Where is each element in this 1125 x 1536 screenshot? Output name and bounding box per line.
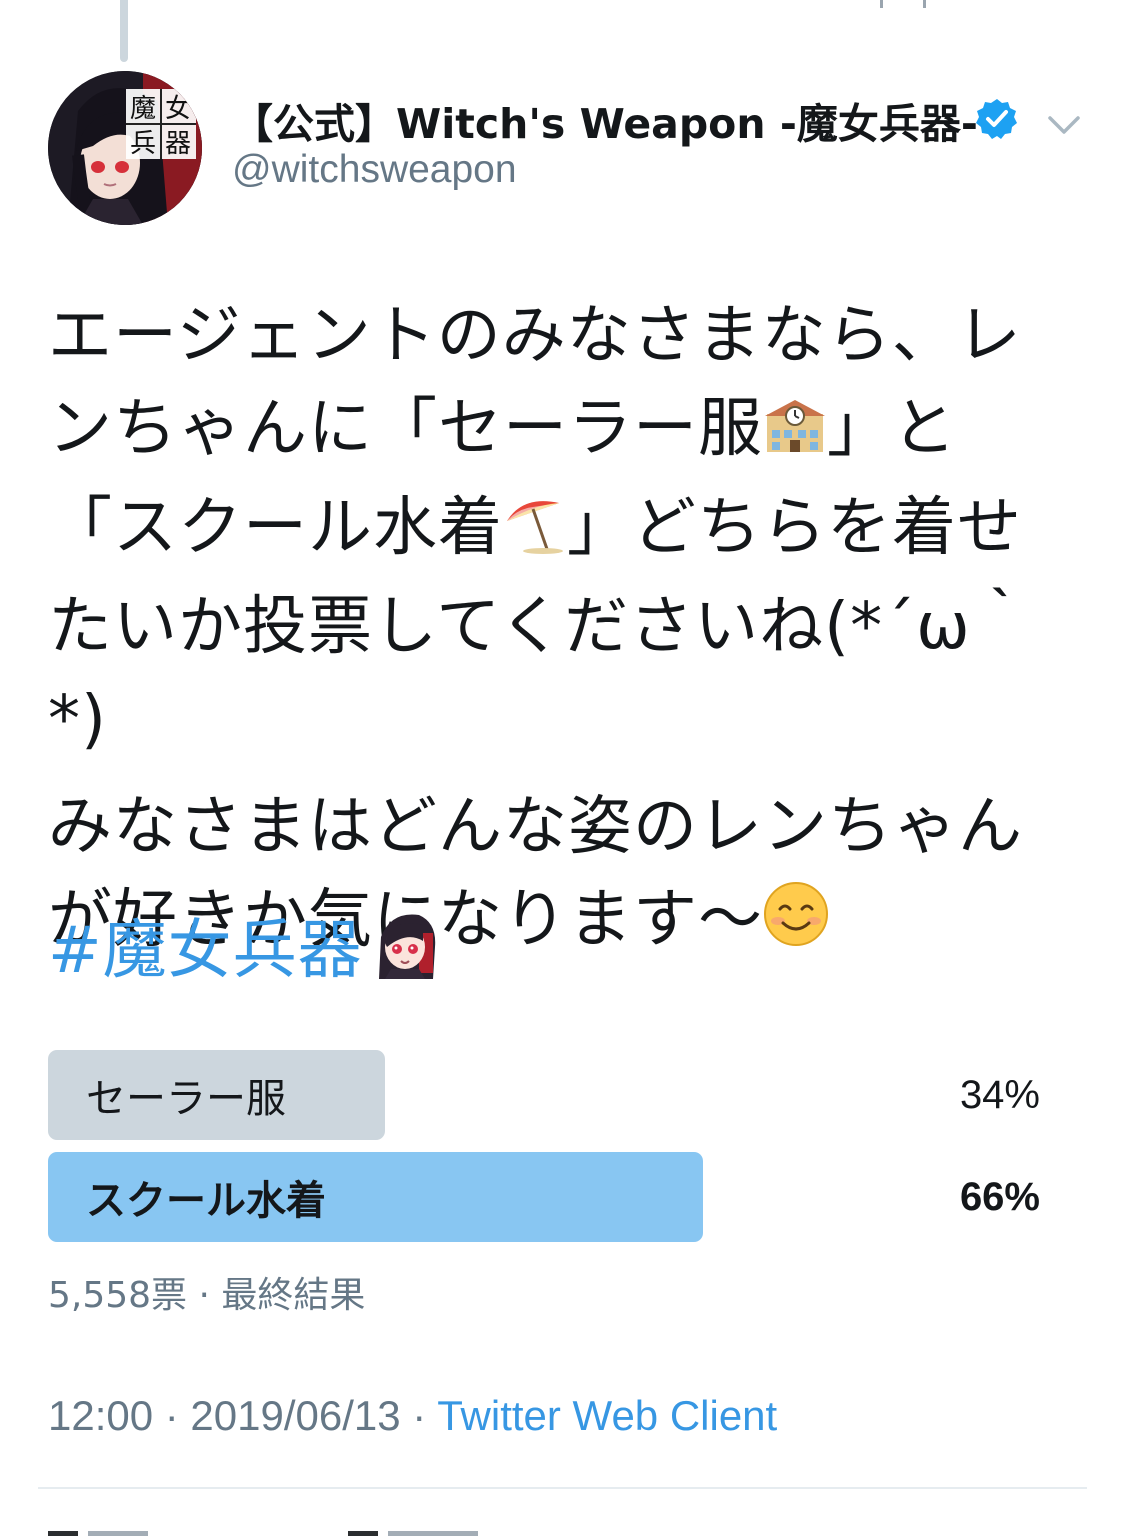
avatar-image: 魔 女 兵 器 [48, 71, 202, 225]
poll-option-label: スクール水着 [86, 1178, 326, 1224]
poll-option-label: セーラー服 [86, 1076, 286, 1122]
svg-text:器: 器 [165, 129, 191, 159]
tweet-paragraph: エージェントのみなさまなら、レ ンちゃんに「セーラー服 」と 「スクール水着 」… [48, 290, 1088, 767]
text-line: エージェントのみなさまなら、レ [48, 299, 1022, 373]
school-icon [763, 389, 827, 482]
tweet-text: エージェントのみなさまなら、レ ンちゃんに「セーラー服 」と 「スクール水着 」… [48, 290, 1088, 987]
smiling-face-icon [763, 880, 829, 973]
text-line: たいか投票してくださいね(*´ω｀*) [48, 590, 1036, 757]
chevron-down-icon[interactable] [1044, 108, 1084, 142]
poll-option: セーラー服 34% [48, 1050, 1040, 1140]
hashtag-row: #魔女兵器 [48, 905, 441, 988]
poll-option-percent: 34% [959, 1072, 1040, 1117]
author-display-name[interactable]: 【公式】Witch's Weapon -魔女兵器- [232, 90, 978, 150]
thread-connector-line [120, 0, 128, 62]
action-icon-partial [880, 0, 950, 8]
text-line: 「スクール水着 [48, 491, 503, 565]
stats-row-partial [48, 1526, 948, 1536]
text-line: 」と [827, 392, 957, 466]
hashtag-character-icon [371, 907, 441, 983]
svg-text:魔: 魔 [130, 94, 156, 124]
hashtag-link[interactable]: #魔女兵器 [48, 899, 363, 991]
tweet-timestamp-row: 12:00 · 2019/06/13 · Twitter Web Client [48, 1392, 777, 1440]
author-handle[interactable]: @witchsweapon [232, 148, 517, 192]
divider [38, 1487, 1087, 1489]
text-line: ンちゃんに「セーラー服 [48, 392, 763, 466]
svg-text:女: 女 [165, 94, 191, 124]
avatar[interactable]: 魔 女 兵 器 [48, 71, 202, 225]
svg-text:兵: 兵 [130, 129, 156, 159]
verified-badge-icon [976, 99, 1017, 139]
beach-umbrella-icon [503, 488, 567, 581]
tweet-source-link[interactable]: Twitter Web Client [437, 1392, 777, 1439]
text-line: 」どちらを着せ [567, 491, 1022, 565]
poll-option: スクール水着 66% [48, 1152, 1040, 1242]
text-line: みなさまはどんな姿のレンちゃん [48, 790, 1023, 864]
poll-summary: 5,558票 · 最終結果 [48, 1275, 366, 1316]
poll-option-percent: 66% [959, 1174, 1040, 1219]
tweet-timestamp[interactable]: 12:00 · 2019/06/13 · [48, 1392, 437, 1439]
